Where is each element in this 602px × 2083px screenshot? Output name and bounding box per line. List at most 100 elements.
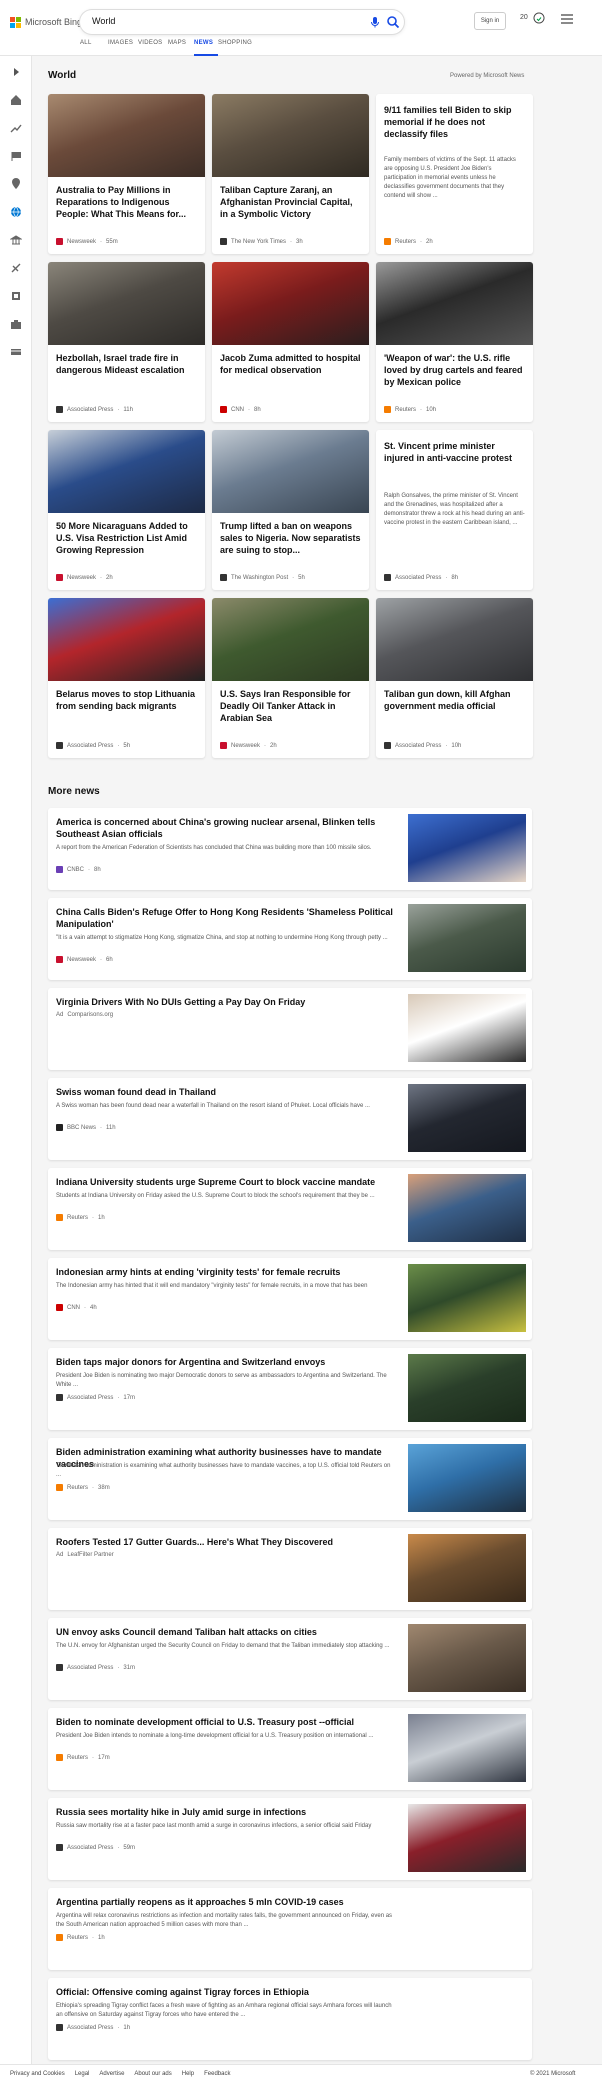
news-card[interactable]: Jacob Zuma admitted to hospital for medi…	[212, 262, 369, 422]
news-row[interactable]: Russia sees mortality hike in July amid …	[48, 1798, 532, 1880]
card-source[interactable]: Newsweek · 2h	[56, 574, 113, 581]
smoke-photo[interactable]	[48, 262, 205, 345]
news-row[interactable]: America is concerned about China's growi…	[48, 808, 532, 890]
news-row[interactable]: Argentina partially reopens as it approa…	[48, 1888, 532, 1970]
footer-link[interactable]: Advertise	[99, 2071, 124, 2077]
card-source[interactable]: Associated Press · 5h	[56, 742, 130, 749]
row-source[interactable]: Reuters · 1h	[56, 1934, 105, 1941]
card-source[interactable]: The New York Times · 3h	[220, 238, 303, 245]
microphone-icon[interactable]	[368, 15, 382, 29]
world-icon[interactable]	[10, 206, 22, 218]
row-source[interactable]: Associated Press · 31m	[56, 1664, 135, 1671]
row-title[interactable]: Argentina partially reopens as it approa…	[56, 1896, 396, 1908]
tab-shopping[interactable]: SHOPPING	[218, 40, 258, 56]
news-row[interactable]: China Calls Biden's Refuge Offer to Hong…	[48, 898, 532, 980]
card-source[interactable]: Associated Press · 8h	[384, 574, 458, 581]
row-title[interactable]: Indonesian army hints at ending 'virgini…	[56, 1266, 396, 1278]
tab-images[interactable]: IMAGES	[108, 40, 138, 56]
card-title[interactable]: Belarus moves to stop Lithuania from sen…	[56, 688, 197, 712]
street-photo[interactable]	[376, 598, 533, 681]
row-source[interactable]: Reuters · 1h	[56, 1214, 105, 1221]
news-card[interactable]: St. Vincent prime minister injured in an…	[376, 430, 533, 590]
tab-videos[interactable]: VIDEOS	[138, 40, 168, 56]
menu-icon[interactable]	[561, 14, 573, 24]
expand-icon[interactable]	[10, 66, 22, 78]
news-row[interactable]: Virginia Drivers With No DUIs Getting a …	[48, 988, 532, 1070]
hk-photo[interactable]	[408, 904, 526, 972]
entertainment-icon[interactable]	[10, 346, 22, 358]
row-title[interactable]: Biden taps major donors for Argentina an…	[56, 1356, 396, 1368]
rewards-count[interactable]: 20	[520, 14, 528, 21]
man-photo[interactable]	[408, 994, 526, 1062]
rifles-photo[interactable]	[376, 262, 533, 345]
row-title[interactable]: America is concerned about China's growi…	[56, 816, 396, 840]
card-source[interactable]: Reuters · 10h	[384, 406, 436, 413]
taliban-photo[interactable]	[212, 94, 369, 177]
card-title[interactable]: 9/11 families tell Biden to skip memoria…	[384, 104, 525, 140]
row-title[interactable]: UN envoy asks Council demand Taliban hal…	[56, 1626, 396, 1638]
card-source[interactable]: Reuters · 2h	[384, 238, 433, 245]
news-row[interactable]: Official: Offensive coming against Tigra…	[48, 1978, 532, 2060]
row-source[interactable]: Reuters · 38m	[56, 1484, 110, 1491]
news-row[interactable]: Biden to nominate development official t…	[48, 1708, 532, 1790]
card-title[interactable]: Taliban gun down, kill Afghan government…	[384, 688, 525, 712]
news-card[interactable]: 9/11 families tell Biden to skip memoria…	[376, 94, 533, 254]
trending-icon[interactable]	[10, 122, 22, 134]
nicaragua-photo[interactable]	[48, 430, 205, 513]
card-title[interactable]: Trump lifted a ban on weapons sales to N…	[220, 520, 361, 556]
business-icon[interactable]	[10, 318, 22, 330]
us-icon[interactable]	[10, 150, 22, 162]
row-source[interactable]: BBC News · 11h	[56, 1124, 116, 1131]
crowd-photo[interactable]	[212, 598, 369, 681]
card-title[interactable]: Australia to Pay Millions in Reparations…	[56, 184, 197, 220]
news-card[interactable]: Australia to Pay Millions in Reparations…	[48, 94, 205, 254]
row-source[interactable]: Associated Press · 59m	[56, 1844, 135, 1851]
camp-photo[interactable]	[408, 1624, 526, 1692]
card-title[interactable]: Hezbollah, Israel trade fire in dangerou…	[56, 352, 197, 376]
technology-icon[interactable]	[10, 290, 22, 302]
row-title[interactable]: Indiana University students urge Supreme…	[56, 1176, 396, 1188]
local-icon[interactable]	[10, 178, 22, 190]
card-source[interactable]: Associated Press · 11h	[56, 406, 133, 413]
row-source[interactable]: Associated Press · 1h	[56, 2024, 130, 2031]
card-title[interactable]: U.S. Says Iran Responsible for Deadly Oi…	[220, 688, 361, 724]
home-icon[interactable]	[10, 94, 22, 106]
mask-photo[interactable]	[408, 1444, 526, 1512]
news-card[interactable]: U.S. Says Iran Responsible for Deadly Oi…	[212, 598, 369, 758]
army-photo[interactable]	[408, 1264, 526, 1332]
sea-photo[interactable]	[408, 1084, 526, 1152]
vaccine-photo[interactable]	[408, 1174, 526, 1242]
news-row[interactable]: UN envoy asks Council demand Taliban hal…	[48, 1618, 532, 1700]
news-card[interactable]: 'Weapon of war': the U.S. rifle loved by…	[376, 262, 533, 422]
row-title[interactable]: Roofers Tested 17 Gutter Guards... Here'…	[56, 1536, 396, 1548]
news-card[interactable]: 50 More Nicaraguans Added to U.S. Visa R…	[48, 430, 205, 590]
footer-link[interactable]: Legal	[75, 2071, 90, 2077]
treasury-photo[interactable]	[408, 1714, 526, 1782]
news-row[interactable]: Indiana University students urge Supreme…	[48, 1168, 532, 1250]
row-title[interactable]: Official: Offensive coming against Tigra…	[56, 1986, 396, 1998]
card-title[interactable]: 50 More Nicaraguans Added to U.S. Visa R…	[56, 520, 197, 556]
news-row[interactable]: Biden administration examining what auth…	[48, 1438, 532, 1520]
tab-all[interactable]: ALL	[80, 40, 108, 56]
news-row[interactable]: Indonesian army hints at ending 'virgini…	[48, 1258, 532, 1340]
zuma-photo[interactable]	[212, 262, 369, 345]
search-input[interactable]: World	[92, 16, 115, 26]
tab-maps[interactable]: MAPS	[168, 40, 194, 56]
search-icon[interactable]	[386, 15, 400, 29]
card-source[interactable]: Newsweek · 2h	[220, 742, 277, 749]
row-source[interactable]: Associated Press · 17m	[56, 1394, 135, 1401]
search-box[interactable]: World	[80, 10, 404, 34]
row-title[interactable]: China Calls Biden's Refuge Offer to Hong…	[56, 906, 396, 930]
footer-link[interactable]: About our ads	[134, 2071, 171, 2077]
row-source[interactable]: Reuters · 17m	[56, 1754, 110, 1761]
row-source[interactable]: Ad Comparisons.org	[56, 1012, 113, 1018]
footer-link[interactable]: Help	[182, 2071, 194, 2077]
card-source[interactable]: Associated Press · 10h	[384, 742, 461, 749]
card-source[interactable]: Newsweek · 55m	[56, 238, 118, 245]
footer-link[interactable]: Privacy and Cookies	[10, 2071, 65, 2077]
row-source[interactable]: CNN · 4h	[56, 1304, 97, 1311]
row-title[interactable]: Russia sees mortality hike in July amid …	[56, 1806, 396, 1818]
row-source[interactable]: Newsweek · 6h	[56, 956, 113, 963]
news-row[interactable]: Biden taps major donors for Argentina an…	[48, 1348, 532, 1430]
politics-icon[interactable]	[10, 234, 22, 246]
